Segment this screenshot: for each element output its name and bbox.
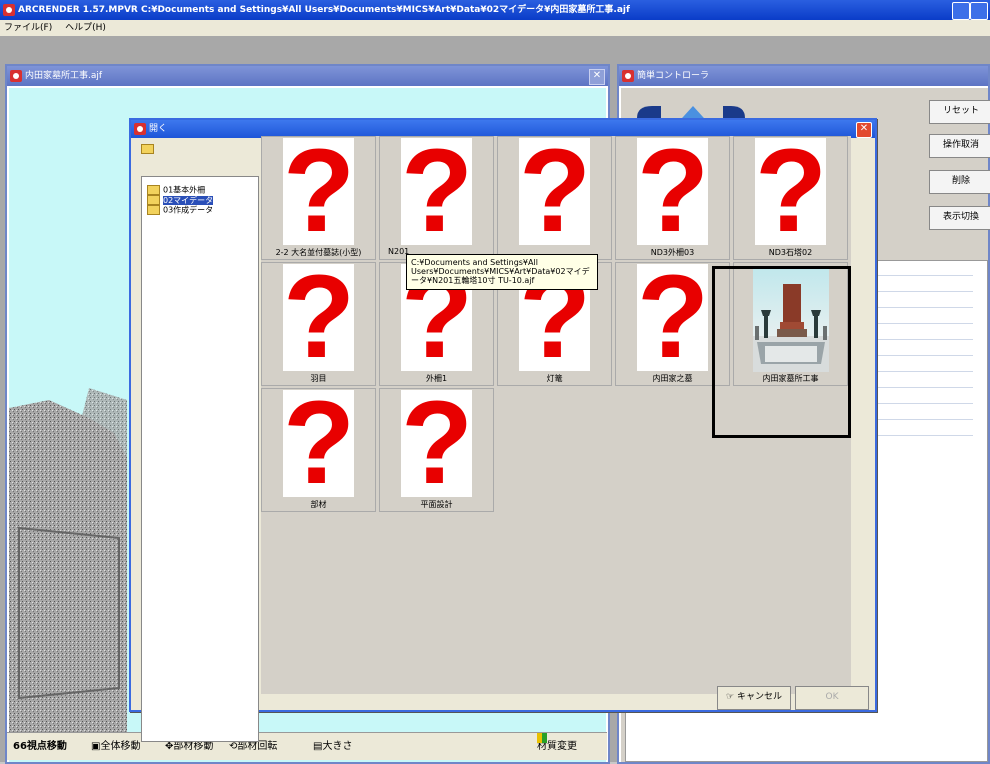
- tree-item-basic[interactable]: 01基本外柵: [147, 185, 205, 196]
- folder-icon: [147, 185, 160, 195]
- tree-item-mydata[interactable]: 02マイデータ: [147, 195, 214, 206]
- controller-title-bar: 簡単コントローラ: [619, 66, 988, 86]
- folder-icon: [147, 205, 160, 215]
- material-icon: [537, 733, 547, 743]
- menu-file[interactable]: ファイル(F): [4, 23, 52, 33]
- menu-help[interactable]: ヘルプ(H): [65, 23, 106, 33]
- dialog-icon: [134, 123, 146, 135]
- delete-button[interactable]: 削除: [929, 170, 990, 194]
- controller-icon: [622, 70, 634, 82]
- controller-title: 簡単コントローラ: [637, 71, 710, 81]
- file-tile[interactable]: ? ND3石塔02: [733, 125, 848, 260]
- file-tile[interactable]: ? ND3外柵03: [615, 125, 730, 260]
- maximize-button[interactable]: [970, 2, 988, 20]
- no-preview-icon: ?: [755, 125, 828, 257]
- undo-button[interactable]: 操作取消: [929, 134, 990, 158]
- app-title-text: ARCRENDER 1.57.MPVR C:¥Documents and Set…: [18, 5, 630, 15]
- viewport-close-icon[interactable]: ✕: [589, 69, 605, 85]
- hand-icon: ☞: [726, 692, 735, 702]
- selection-highlight: [712, 266, 851, 438]
- tree-item-created[interactable]: 03作成データ: [147, 205, 213, 216]
- folder-tree: 01基本外柵 02マイデータ 03作成データ: [141, 176, 259, 742]
- ok-button[interactable]: OK: [795, 686, 869, 710]
- menu-bar: ファイル(F) ヘルプ(H): [0, 20, 990, 36]
- cancel-button[interactable]: ☞ キャンセル: [717, 686, 791, 710]
- folder-up-icon[interactable]: [141, 144, 154, 154]
- material-change-button[interactable]: 材質変更: [537, 733, 577, 761]
- no-preview-icon: ?: [401, 125, 474, 257]
- reset-button[interactable]: リセット: [929, 100, 990, 124]
- file-tile[interactable]: ?: [497, 125, 612, 260]
- viewport-title: 内田家墓所工事.ajf: [25, 71, 103, 81]
- file-tile[interactable]: ? N201: [379, 125, 494, 260]
- dialog-close-icon[interactable]: ✕: [856, 122, 872, 138]
- no-preview-icon: ?: [519, 125, 592, 257]
- document-icon: [10, 70, 22, 82]
- no-preview-icon: ?: [283, 377, 356, 509]
- no-preview-icon: ?: [637, 125, 710, 257]
- file-tile[interactable]: ? 部材: [261, 377, 376, 512]
- no-preview-icon: ?: [637, 251, 710, 383]
- no-preview-icon: ?: [283, 125, 356, 257]
- app-title-bar: ARCRENDER 1.57.MPVR C:¥Documents and Set…: [0, 0, 990, 20]
- file-tile[interactable]: ? 2-2 大名並付墓誌(小型): [261, 125, 376, 260]
- app-icon: [3, 4, 15, 16]
- resize-button[interactable]: ▤大きさ: [313, 733, 352, 761]
- no-preview-icon: ?: [401, 377, 474, 509]
- toggle-display-button[interactable]: 表示切換: [929, 206, 990, 230]
- viewport-toolbar: 66視点移動 ▣全体移動 ✥部材移動 ⟲部材回転 ▤大きさ 材質変更: [7, 732, 607, 760]
- dialog-title: 開く: [149, 124, 168, 134]
- folder-icon: [147, 195, 160, 205]
- minimize-button[interactable]: [952, 2, 970, 20]
- file-path-tooltip: C:¥Documents and Settings¥All Users¥Docu…: [406, 254, 598, 290]
- no-preview-icon: ?: [283, 251, 356, 383]
- whole-move-button[interactable]: ▣全体移動: [91, 733, 140, 761]
- view-move-button[interactable]: 66視点移動: [13, 733, 67, 761]
- file-tile[interactable]: ? 羽目: [261, 251, 376, 386]
- viewport-title-bar: 内田家墓所工事.ajf ✕: [7, 66, 608, 86]
- file-tile[interactable]: ? 平面設計: [379, 377, 494, 512]
